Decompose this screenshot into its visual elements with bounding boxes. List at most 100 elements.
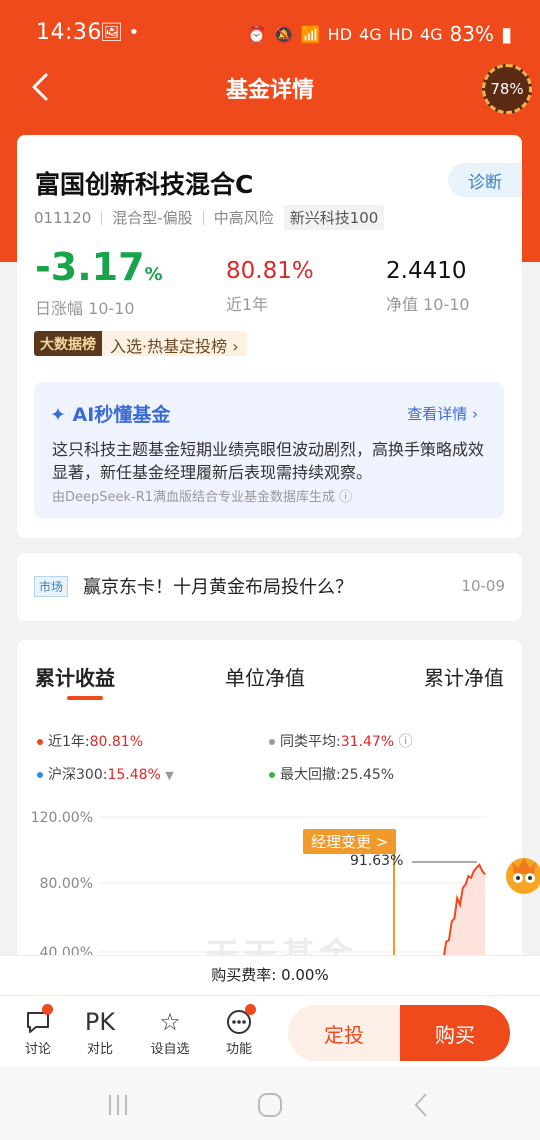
legend-year-value: 80.81%: [89, 734, 144, 750]
status-notification-icons: 🖼 •: [100, 22, 140, 43]
alarm-icon: ⏰: [246, 24, 267, 44]
fund-type: 混合型-偏股: [112, 209, 193, 227]
compare-label: 对比: [86, 1042, 113, 1057]
nav-stat: 2.4410 净值 10-10: [386, 243, 470, 315]
divider: [101, 210, 103, 225]
fund-name: 富国创新科技混合C: [35, 170, 254, 199]
ai-summary-text: 这只科技主题基金短期业绩亮眼但波动剧烈，高换手策略成效显著，新任基金经理履新后表…: [52, 440, 485, 482]
fund-code: 011120: [34, 208, 92, 227]
chevron-right-icon: ›: [232, 337, 239, 356]
legend-index-label: 沪深300:: [48, 767, 108, 783]
news-title: 赢京东卡！十月黄金布局投什么？: [83, 577, 353, 598]
hd-label-2: HD: [388, 24, 413, 44]
fund-theme-tag[interactable]: 新兴科技100: [283, 205, 385, 230]
mute-icon: 🔕: [273, 24, 294, 44]
news-date: 10-09: [461, 577, 505, 595]
watchlist-label: 设自选: [150, 1042, 190, 1057]
ai-summary-card[interactable]: ✦ AI秒懂基金 查看详情 › 这只科技主题基金短期业绩亮眼但波动剧烈，高换手策…: [34, 382, 504, 518]
ai-section: ✦ AI秒懂基金 查看详情 › 这只科技主题基金短期业绩亮眼但波动剧烈，高换手策…: [17, 370, 522, 538]
news-tag: 市场: [34, 576, 69, 597]
legend-dot: [37, 772, 43, 778]
tab-unit-nav[interactable]: 单位净值: [225, 662, 305, 691]
compare-button[interactable]: PK 对比: [70, 1006, 130, 1057]
year-return-stat: 80.81% 近1年: [226, 243, 314, 315]
ai-source-wrap: 由DeepSeek-R1满血版结合专业基金数据库生成 ⓘ: [52, 486, 352, 505]
comment-icon: [8, 1006, 68, 1038]
discuss-label: 讨论: [24, 1042, 51, 1057]
divider: [202, 210, 204, 225]
status-right: ⏰ 🔕 📶 HD 4G HD 4G 83% ▮: [247, 22, 512, 46]
diagnose-button[interactable]: 诊断: [448, 163, 522, 197]
recents-icon[interactable]: [104, 1091, 132, 1123]
manager-change-tag[interactable]: 经理变更 >: [303, 829, 397, 854]
daily-change-value: -3.17: [35, 245, 145, 289]
rank-badge: 大数据榜: [34, 331, 102, 356]
top-nav: 基金详情 78%: [0, 60, 540, 116]
legend-drawdown: 最大回撤:25.45%: [269, 764, 394, 784]
notification-dot: [245, 1004, 256, 1015]
legend-index[interactable]: 沪深300:15.48% ▼: [37, 764, 174, 784]
progress-badge[interactable]: 78%: [482, 64, 532, 114]
info-icon[interactable]: ⓘ: [399, 734, 413, 750]
battery-icon: ▮: [500, 22, 512, 46]
page-title: 基金详情: [225, 78, 314, 103]
legend-index-value: 15.48%: [107, 767, 161, 783]
buy-button[interactable]: 购买: [400, 1005, 510, 1061]
legend-drawdown-label: 最大回撤:: [280, 767, 341, 783]
chevron-right-icon: ›: [472, 405, 478, 423]
nav-label: 净值 10-10: [386, 295, 470, 314]
legend-dot: [37, 739, 43, 745]
network-label-2: 4G: [419, 24, 443, 44]
fund-tags: 011120 混合型-偏股 中高风险 新兴科技100: [34, 205, 385, 230]
home-icon[interactable]: [256, 1091, 284, 1123]
discuss-button[interactable]: 讨论: [8, 1004, 68, 1057]
action-bar: 讨论 PK 对比 ☆ 设自选 功能 定投 购买: [0, 995, 540, 1067]
watchlist-button[interactable]: ☆ 设自选: [140, 1006, 200, 1057]
nav-value: 2.4410: [386, 258, 467, 284]
system-nav-bar: [0, 1067, 540, 1140]
legend-drawdown-value: 25.45%: [340, 767, 395, 783]
network-label: 4G: [359, 24, 382, 44]
y-tick-label: 80.00%: [40, 876, 93, 892]
ai-source: 由DeepSeek-R1满血版结合专业基金数据库生成: [52, 490, 336, 505]
legend-peer-label: 同类平均:: [280, 734, 341, 750]
tab-cumulative-return[interactable]: 累计收益: [35, 662, 115, 691]
tab-underline: [67, 696, 103, 700]
status-bar: 14:36 🖼 • ⏰ 🔕 📶 HD 4G HD 4G 83% ▮: [0, 18, 540, 52]
pk-icon: PK: [84, 1008, 116, 1036]
fund-summary-card: 富国创新科技混合C 诊断 011120 混合型-偏股 中高风险 新兴科技100 …: [17, 135, 522, 380]
mascot-icon[interactable]: [502, 852, 540, 896]
ai-title: AI秒懂基金: [72, 404, 171, 426]
ai-more-label: 查看详情: [407, 405, 468, 423]
more-icon: [209, 1006, 269, 1038]
legend-dot: [269, 772, 275, 778]
star-plus-icon: ☆: [159, 1008, 181, 1036]
rank-banner[interactable]: 大数据榜 入选·热基定投榜 ›: [34, 331, 247, 356]
ai-more-link[interactable]: 查看详情 ›: [407, 403, 478, 424]
fund-risk: 中高风险: [213, 209, 274, 227]
news-item[interactable]: 市场 赢京东卡！十月黄金布局投什么？ 10-09: [17, 553, 522, 621]
legend-year-label: 近1年:: [48, 734, 90, 750]
ai-title-wrap: ✦ AI秒懂基金: [50, 400, 170, 427]
legend-dot: [269, 739, 275, 745]
battery-text: 83%: [449, 22, 494, 46]
series-area: [435, 864, 485, 962]
info-icon[interactable]: ⓘ: [339, 490, 352, 505]
wifi-icon: 📶: [300, 24, 321, 44]
notification-dot: [42, 1004, 53, 1015]
dingtou-button[interactable]: 定投: [288, 1005, 400, 1061]
legend-year: 近1年:80.81%: [37, 731, 143, 751]
year-return-value: 80.81%: [226, 258, 314, 284]
tab-cumulative-nav[interactable]: 累计净值: [424, 662, 504, 691]
daily-change-unit: %: [144, 264, 163, 285]
status-time: 14:36: [36, 20, 102, 45]
legend-peer: 同类平均:31.47% ⓘ: [269, 731, 413, 751]
function-button[interactable]: 功能: [209, 1004, 269, 1057]
hd-label: HD: [327, 24, 353, 44]
legend-peer-value: 31.47%: [340, 734, 395, 750]
y-tick-label: 120.00%: [31, 810, 93, 826]
rank-text: 入选·热基定投榜: [110, 337, 228, 356]
back-nav-icon[interactable]: [408, 1091, 436, 1123]
max-value-label: 91.63%: [350, 853, 404, 869]
function-label: 功能: [225, 1042, 252, 1057]
